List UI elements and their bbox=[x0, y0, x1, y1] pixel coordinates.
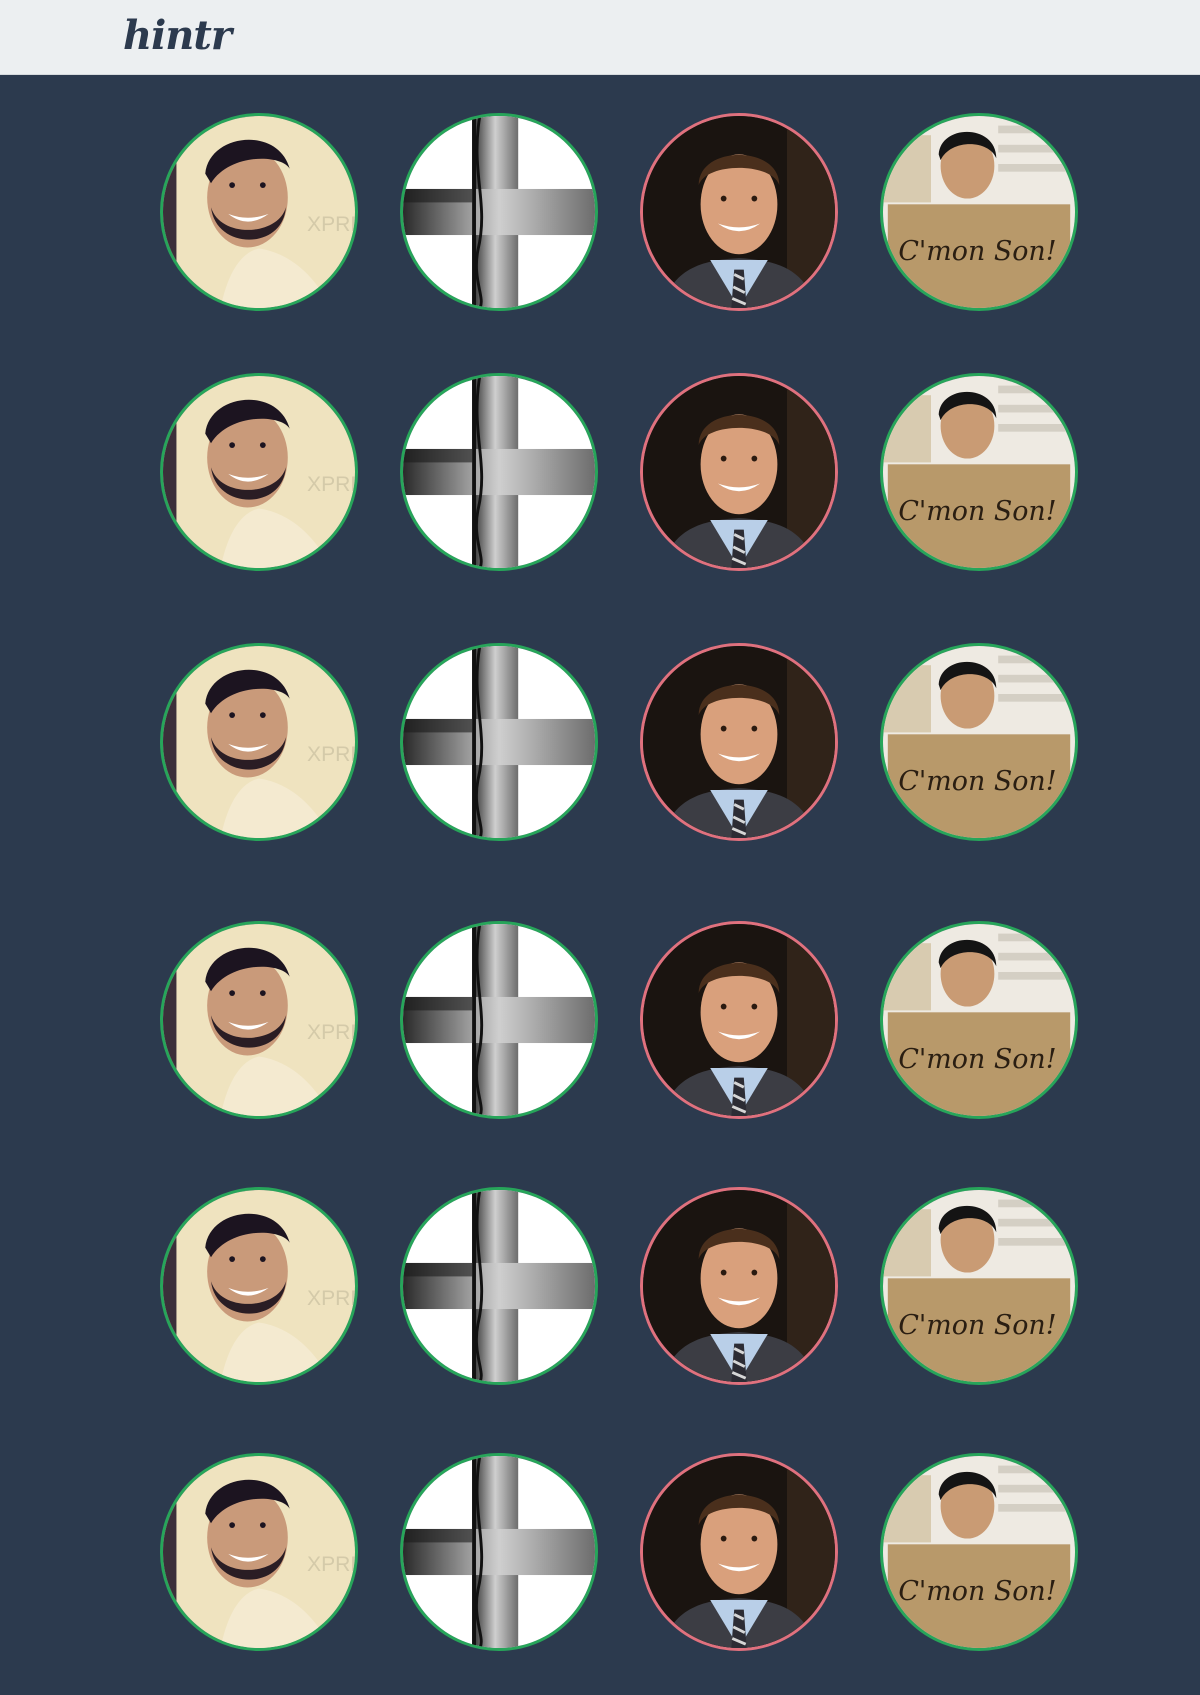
profile-photo bbox=[643, 1190, 835, 1382]
profile-photo: XPRE bbox=[163, 924, 355, 1116]
profile-photo bbox=[403, 1190, 595, 1382]
profile-avatar-bearded-smiling-man[interactable]: XPRE bbox=[160, 921, 358, 1119]
profile-photo bbox=[643, 646, 835, 838]
svg-text:XPRE: XPRE bbox=[307, 473, 355, 496]
profile-photo bbox=[643, 1456, 835, 1648]
cardboard-sign-text: C'mon Son! bbox=[898, 1310, 1056, 1341]
profile-avatar-man-holding-cardboard-sign[interactable]: C'mon Son! bbox=[880, 1453, 1078, 1651]
profile-photo: XPRE bbox=[163, 376, 355, 568]
profile-photo bbox=[643, 924, 835, 1116]
profile-photo: XPRE bbox=[163, 646, 355, 838]
cardboard-sign-text: C'mon Son! bbox=[898, 496, 1056, 527]
profile-avatar-bearded-smiling-man[interactable]: XPRE bbox=[160, 373, 358, 571]
profile-avatar-man-holding-cardboard-sign[interactable]: C'mon Son! bbox=[880, 1187, 1078, 1385]
profile-photo bbox=[403, 924, 595, 1116]
profile-photo bbox=[643, 376, 835, 568]
profile-avatar-man-in-shirt-and-tie[interactable] bbox=[640, 643, 838, 841]
app-logo[interactable]: hintr bbox=[123, 12, 232, 59]
profile-grid: XPRE bbox=[0, 75, 1200, 1695]
profile-photo: C'mon Son! bbox=[883, 646, 1075, 838]
profile-photo: C'mon Son! bbox=[883, 924, 1075, 1116]
profile-avatar-black-and-white-split-portrait[interactable] bbox=[400, 113, 598, 311]
profile-photo: C'mon Son! bbox=[883, 376, 1075, 568]
profile-avatar-man-holding-cardboard-sign[interactable]: C'mon Son! bbox=[880, 113, 1078, 311]
profile-avatar-black-and-white-split-portrait[interactable] bbox=[400, 373, 598, 571]
profile-avatar-bearded-smiling-man[interactable]: XPRE bbox=[160, 113, 358, 311]
profile-avatar-bearded-smiling-man[interactable]: XPRE bbox=[160, 1453, 358, 1651]
profile-photo: C'mon Son! bbox=[883, 116, 1075, 308]
profile-photo bbox=[403, 646, 595, 838]
profile-photo bbox=[403, 376, 595, 568]
profile-avatar-man-in-shirt-and-tie[interactable] bbox=[640, 1453, 838, 1651]
profile-avatar-black-and-white-split-portrait[interactable] bbox=[400, 1187, 598, 1385]
profile-photo bbox=[403, 1456, 595, 1648]
profile-photo bbox=[403, 116, 595, 308]
profile-avatar-man-in-shirt-and-tie[interactable] bbox=[640, 921, 838, 1119]
profile-avatar-man-holding-cardboard-sign[interactable]: C'mon Son! bbox=[880, 921, 1078, 1119]
svg-text:XPRE: XPRE bbox=[307, 1553, 355, 1576]
top-navigation-bar: hintr bbox=[0, 0, 1200, 75]
cardboard-sign-text: C'mon Son! bbox=[898, 1044, 1056, 1075]
profile-photo: C'mon Son! bbox=[883, 1456, 1075, 1648]
svg-text:XPRE: XPRE bbox=[307, 1287, 355, 1310]
profile-avatar-black-and-white-split-portrait[interactable] bbox=[400, 643, 598, 841]
svg-text:XPRE: XPRE bbox=[307, 743, 355, 766]
profile-avatar-man-holding-cardboard-sign[interactable]: C'mon Son! bbox=[880, 643, 1078, 841]
profile-avatar-bearded-smiling-man[interactable]: XPRE bbox=[160, 643, 358, 841]
svg-text:XPRE: XPRE bbox=[307, 1021, 355, 1044]
profile-avatar-black-and-white-split-portrait[interactable] bbox=[400, 1453, 598, 1651]
profile-avatar-man-in-shirt-and-tie[interactable] bbox=[640, 113, 838, 311]
profile-avatar-man-in-shirt-and-tie[interactable] bbox=[640, 1187, 838, 1385]
profile-photo: C'mon Son! bbox=[883, 1190, 1075, 1382]
profile-photo: XPRE bbox=[163, 1190, 355, 1382]
svg-text:XPRE: XPRE bbox=[307, 213, 355, 236]
profile-photo: XPRE bbox=[163, 1456, 355, 1648]
profile-photo: XPRE bbox=[163, 116, 355, 308]
cardboard-sign-text: C'mon Son! bbox=[898, 236, 1056, 267]
profile-avatar-man-holding-cardboard-sign[interactable]: C'mon Son! bbox=[880, 373, 1078, 571]
profile-avatar-black-and-white-split-portrait[interactable] bbox=[400, 921, 598, 1119]
cardboard-sign-text: C'mon Son! bbox=[898, 766, 1056, 797]
profile-avatar-bearded-smiling-man[interactable]: XPRE bbox=[160, 1187, 358, 1385]
profile-avatar-man-in-shirt-and-tie[interactable] bbox=[640, 373, 838, 571]
profile-photo bbox=[643, 116, 835, 308]
cardboard-sign-text: C'mon Son! bbox=[898, 1576, 1056, 1607]
